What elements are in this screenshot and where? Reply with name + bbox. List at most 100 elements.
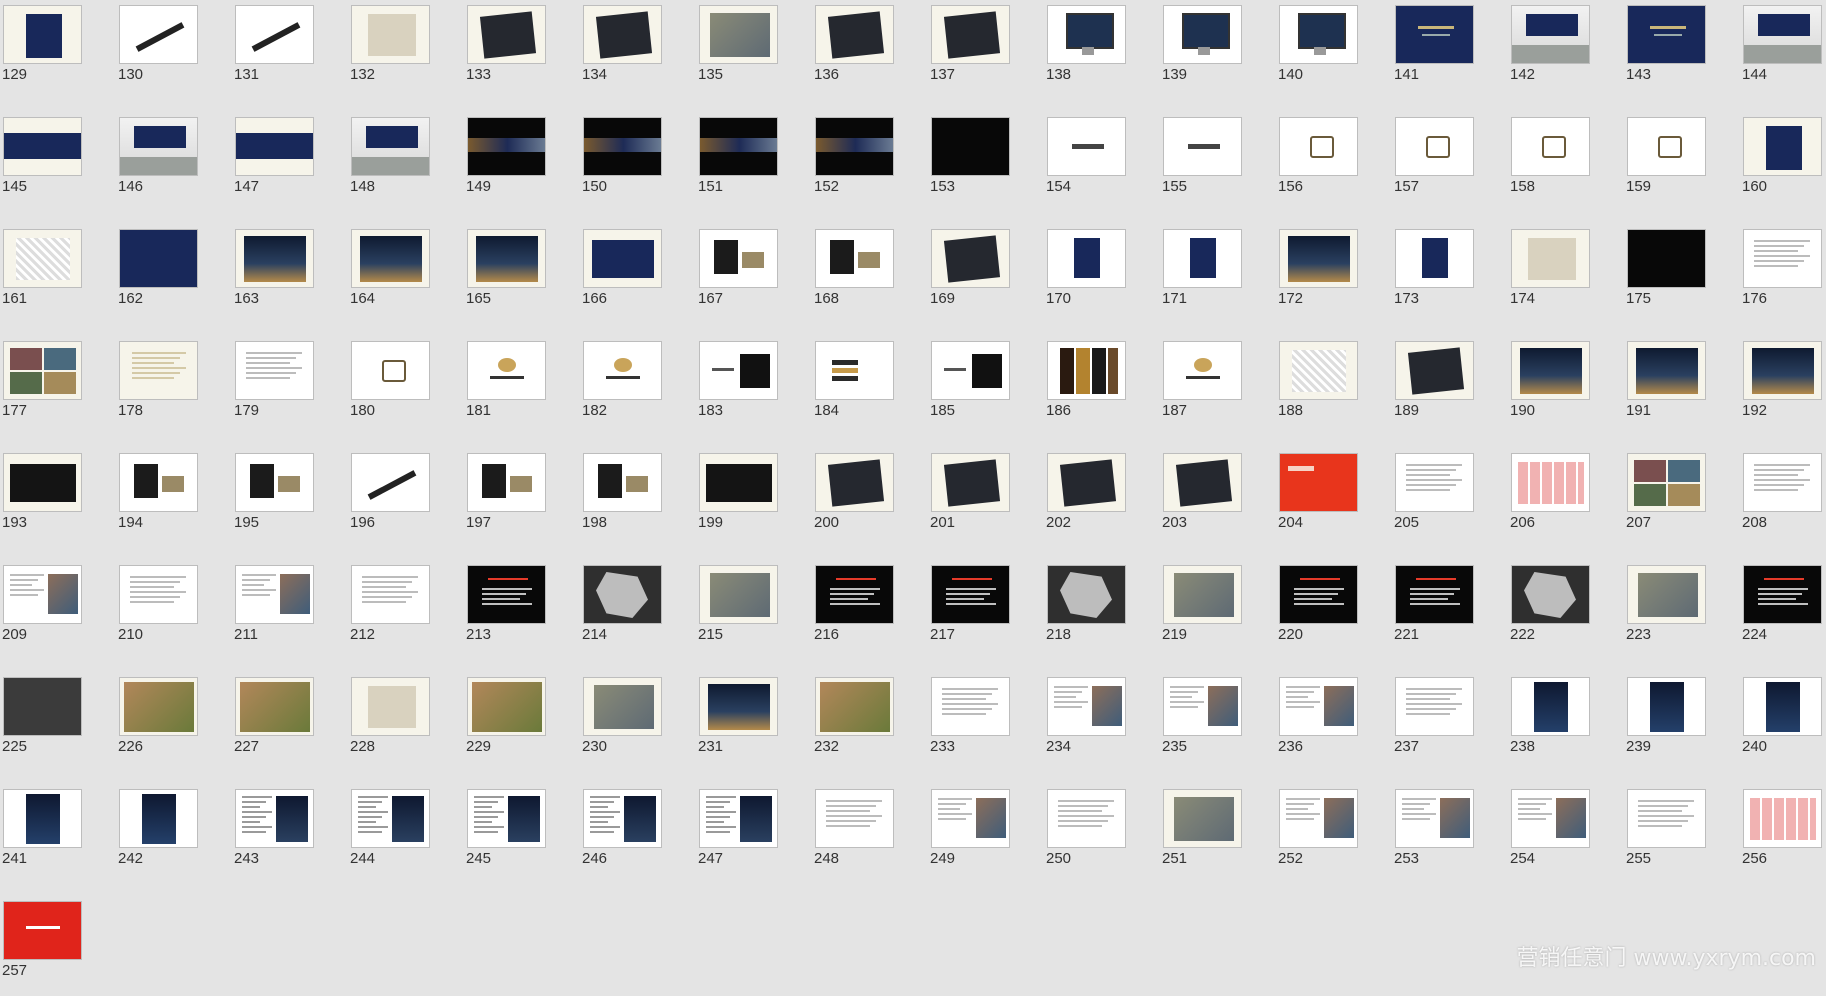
slide-thumbnail-174[interactable]: 174	[1508, 224, 1592, 324]
slide-thumbnail-201[interactable]: 201	[928, 448, 1012, 548]
slide-thumbnail-175[interactable]: 175	[1624, 224, 1708, 324]
slide-thumbnail-151[interactable]: 151	[696, 112, 780, 212]
slide-thumbnail-250[interactable]: 250	[1044, 784, 1128, 884]
slide-thumbnail-160[interactable]: 160	[1740, 112, 1824, 212]
slide-thumbnail-255[interactable]: 255	[1624, 784, 1708, 884]
slide-thumbnail-218[interactable]: 218	[1044, 560, 1128, 660]
slide-thumbnail-158[interactable]: 158	[1508, 112, 1592, 212]
slide-thumbnail-216[interactable]: 216	[812, 560, 896, 660]
slide-thumbnail-140[interactable]: 140	[1276, 0, 1360, 100]
slide-thumbnail-182[interactable]: 182	[580, 336, 664, 436]
slide-thumbnail-192[interactable]: 192	[1740, 336, 1824, 436]
slide-thumbnail-146[interactable]: 146	[116, 112, 200, 212]
slide-thumbnail-236[interactable]: 236	[1276, 672, 1360, 772]
slide-thumbnail-156[interactable]: 156	[1276, 112, 1360, 212]
slide-thumbnail-189[interactable]: 189	[1392, 336, 1476, 436]
slide-thumbnail-246[interactable]: 246	[580, 784, 664, 884]
slide-thumbnail-256[interactable]: 256	[1740, 784, 1824, 884]
slide-thumbnail-243[interactable]: 243	[232, 784, 316, 884]
slide-thumbnail-248[interactable]: 248	[812, 784, 896, 884]
slide-thumbnail-196[interactable]: 196	[348, 448, 432, 548]
slide-thumbnail-228[interactable]: 228	[348, 672, 432, 772]
slide-thumbnail-235[interactable]: 235	[1160, 672, 1244, 772]
slide-thumbnail-195[interactable]: 195	[232, 448, 316, 548]
slide-thumbnail-199[interactable]: 199	[696, 448, 780, 548]
slide-thumbnail-207[interactable]: 207	[1624, 448, 1708, 548]
slide-thumbnail-147[interactable]: 147	[232, 112, 316, 212]
slide-thumbnail-167[interactable]: 167	[696, 224, 780, 324]
slide-thumbnail-204[interactable]: 204	[1276, 448, 1360, 548]
slide-thumbnail-150[interactable]: 150	[580, 112, 664, 212]
slide-thumbnail-239[interactable]: 239	[1624, 672, 1708, 772]
slide-thumbnail-230[interactable]: 230	[580, 672, 664, 772]
slide-thumbnail-241[interactable]: 241	[0, 784, 84, 884]
slide-thumbnail-231[interactable]: 231	[696, 672, 780, 772]
slide-thumbnail-251[interactable]: 251	[1160, 784, 1244, 884]
slide-thumbnail-214[interactable]: 214	[580, 560, 664, 660]
slide-thumbnail-187[interactable]: 187	[1160, 336, 1244, 436]
slide-thumbnail-141[interactable]: 141	[1392, 0, 1476, 100]
slide-thumbnail-168[interactable]: 168	[812, 224, 896, 324]
slide-thumbnail-149[interactable]: 149	[464, 112, 548, 212]
slide-thumbnail-252[interactable]: 252	[1276, 784, 1360, 884]
slide-thumbnail-163[interactable]: 163	[232, 224, 316, 324]
slide-thumbnail-254[interactable]: 254	[1508, 784, 1592, 884]
slide-thumbnail-200[interactable]: 200	[812, 448, 896, 548]
slide-thumbnail-237[interactable]: 237	[1392, 672, 1476, 772]
slide-thumbnail-130[interactable]: 130	[116, 0, 200, 100]
slide-thumbnail-253[interactable]: 253	[1392, 784, 1476, 884]
slide-thumbnail-183[interactable]: 183	[696, 336, 780, 436]
slide-thumbnail-223[interactable]: 223	[1624, 560, 1708, 660]
slide-thumbnail-190[interactable]: 190	[1508, 336, 1592, 436]
slide-thumbnail-157[interactable]: 157	[1392, 112, 1476, 212]
slide-thumbnail-132[interactable]: 132	[348, 0, 432, 100]
slide-thumbnail-188[interactable]: 188	[1276, 336, 1360, 436]
slide-thumbnail-225[interactable]: 225	[0, 672, 84, 772]
slide-thumbnail-165[interactable]: 165	[464, 224, 548, 324]
slide-thumbnail-154[interactable]: 154	[1044, 112, 1128, 212]
slide-thumbnail-129[interactable]: 129	[0, 0, 84, 100]
slide-thumbnail-197[interactable]: 197	[464, 448, 548, 548]
slide-thumbnail-233[interactable]: 233	[928, 672, 1012, 772]
slide-thumbnail-220[interactable]: 220	[1276, 560, 1360, 660]
slide-thumbnail-212[interactable]: 212	[348, 560, 432, 660]
slide-thumbnail-136[interactable]: 136	[812, 0, 896, 100]
slide-thumbnail-171[interactable]: 171	[1160, 224, 1244, 324]
slide-thumbnail-178[interactable]: 178	[116, 336, 200, 436]
slide-thumbnail-180[interactable]: 180	[348, 336, 432, 436]
slide-thumbnail-170[interactable]: 170	[1044, 224, 1128, 324]
slide-thumbnail-169[interactable]: 169	[928, 224, 1012, 324]
slide-thumbnail-138[interactable]: 138	[1044, 0, 1128, 100]
slide-thumbnail-145[interactable]: 145	[0, 112, 84, 212]
slide-thumbnail-173[interactable]: 173	[1392, 224, 1476, 324]
slide-thumbnail-227[interactable]: 227	[232, 672, 316, 772]
slide-thumbnail-222[interactable]: 222	[1508, 560, 1592, 660]
slide-thumbnail-217[interactable]: 217	[928, 560, 1012, 660]
slide-thumbnail-176[interactable]: 176	[1740, 224, 1824, 324]
slide-thumbnail-161[interactable]: 161	[0, 224, 84, 324]
slide-thumbnail-186[interactable]: 186	[1044, 336, 1128, 436]
slide-thumbnail-232[interactable]: 232	[812, 672, 896, 772]
slide-thumbnail-139[interactable]: 139	[1160, 0, 1244, 100]
slide-thumbnail-179[interactable]: 179	[232, 336, 316, 436]
slide-thumbnail-205[interactable]: 205	[1392, 448, 1476, 548]
slide-thumbnail-219[interactable]: 219	[1160, 560, 1244, 660]
slide-thumbnail-210[interactable]: 210	[116, 560, 200, 660]
slide-thumbnail-162[interactable]: 162	[116, 224, 200, 324]
slide-thumbnail-135[interactable]: 135	[696, 0, 780, 100]
slide-thumbnail-242[interactable]: 242	[116, 784, 200, 884]
slide-thumbnail-191[interactable]: 191	[1624, 336, 1708, 436]
slide-thumbnail-234[interactable]: 234	[1044, 672, 1128, 772]
slide-thumbnail-221[interactable]: 221	[1392, 560, 1476, 660]
slide-thumbnail-240[interactable]: 240	[1740, 672, 1824, 772]
slide-thumbnail-142[interactable]: 142	[1508, 0, 1592, 100]
slide-thumbnail-202[interactable]: 202	[1044, 448, 1128, 548]
slide-thumbnail-164[interactable]: 164	[348, 224, 432, 324]
slide-thumbnail-131[interactable]: 131	[232, 0, 316, 100]
slide-thumbnail-209[interactable]: 209	[0, 560, 84, 660]
slide-thumbnail-224[interactable]: 224	[1740, 560, 1824, 660]
slide-thumbnail-184[interactable]: 184	[812, 336, 896, 436]
slide-thumbnail-208[interactable]: 208	[1740, 448, 1824, 548]
slide-thumbnail-185[interactable]: 185	[928, 336, 1012, 436]
slide-thumbnail-257[interactable]: 257	[0, 896, 84, 996]
